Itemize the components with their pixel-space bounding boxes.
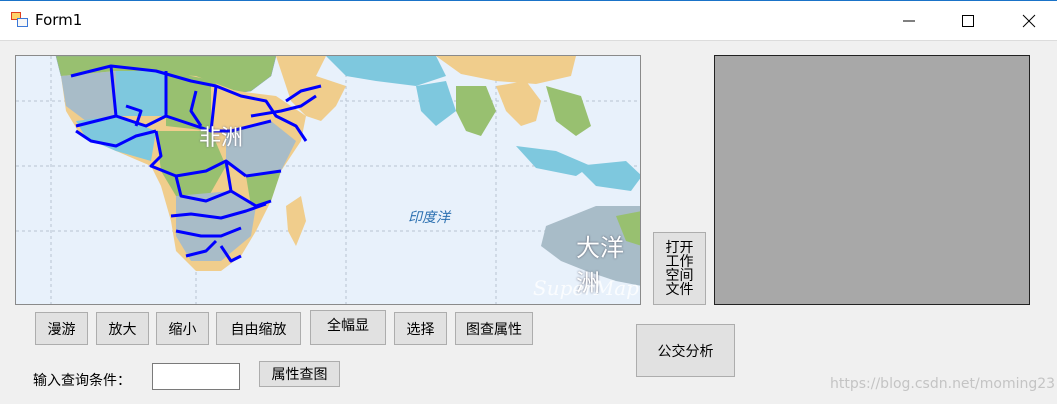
map-canvas xyxy=(16,56,640,304)
maximize-icon xyxy=(962,15,974,27)
page-watermark: https://blog.csdn.net/moming23 xyxy=(830,376,1056,392)
attribute-query-button[interactable]: 属性查图 xyxy=(259,361,340,387)
query-label: 输入查询条件： xyxy=(33,373,131,389)
map-control[interactable]: 非洲 印度洋 大洋洲 SuperMap xyxy=(15,55,641,305)
free-zoom-button[interactable]: 自由缩放 xyxy=(216,312,301,345)
query-input[interactable] xyxy=(152,363,240,390)
zoom-out-button[interactable]: 缩小 xyxy=(156,312,209,345)
window-title: Form1 xyxy=(35,11,83,29)
open-workspace-button[interactable]: 打开工作空间文件 xyxy=(653,232,706,305)
full-extent-button[interactable]: 全幅显 xyxy=(310,310,386,345)
map-label-ocean: 印度洋 xyxy=(408,210,450,226)
map-brand-watermark: SuperMap xyxy=(533,276,639,300)
open-workspace-label: 打开工作空间文件 xyxy=(665,239,694,298)
identify-attribute-button[interactable]: 图查属性 xyxy=(455,312,533,345)
select-button[interactable]: 选择 xyxy=(394,312,447,345)
maximize-button[interactable] xyxy=(945,1,991,41)
title-bar: Form1 xyxy=(0,0,1057,40)
overview-panel[interactable] xyxy=(714,55,1030,305)
app-icon xyxy=(11,12,28,27)
minimize-icon xyxy=(903,20,915,22)
bus-analysis-button[interactable]: 公交分析 xyxy=(636,324,735,377)
close-button[interactable] xyxy=(1006,1,1052,41)
zoom-in-button[interactable]: 放大 xyxy=(96,312,149,345)
close-icon xyxy=(1022,14,1036,28)
map-label-continent: 非洲 xyxy=(199,126,244,151)
minimize-button[interactable] xyxy=(886,1,932,41)
pan-button[interactable]: 漫游 xyxy=(35,312,88,345)
